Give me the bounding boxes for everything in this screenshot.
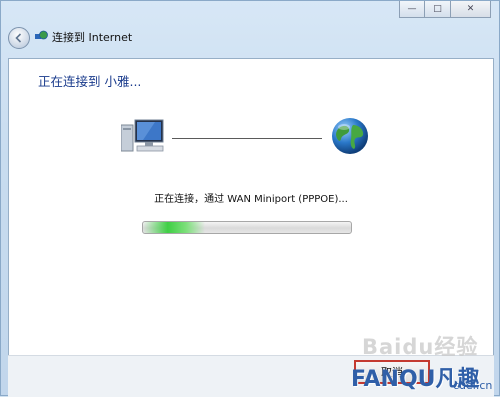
back-button[interactable] bbox=[8, 27, 30, 49]
connecting-heading: 正在连接到 小雅... bbox=[38, 74, 142, 89]
close-button[interactable]: ✕ bbox=[451, 1, 491, 18]
dialog-window: — □ ✕ 连接到 Internet 正在连接到 小雅... 正在连接，通过 W… bbox=[0, 0, 500, 397]
window-title: 连接到 Internet bbox=[52, 31, 133, 44]
globe-icon bbox=[332, 118, 368, 154]
title-bar: — □ ✕ 连接到 Internet bbox=[1, 1, 499, 59]
connection-status-text: 正在连接，通过 WAN Miniport (PPPOE)... bbox=[154, 194, 348, 205]
connection-line bbox=[172, 138, 322, 139]
maximize-button[interactable]: □ bbox=[425, 1, 451, 18]
back-arrow-icon bbox=[15, 33, 22, 43]
window-controls: — □ ✕ bbox=[399, 1, 491, 18]
minimize-button[interactable]: — bbox=[399, 1, 425, 18]
baidu-watermark: Baidu经验 bbox=[362, 335, 479, 359]
computer-icon bbox=[121, 119, 164, 152]
network-icon bbox=[35, 30, 48, 40]
connection-progress-bar bbox=[142, 221, 352, 234]
site-domain-watermark: cuel.cn bbox=[453, 379, 493, 392]
content-panel: 正在连接到 小雅... 正在连接，通过 WAN Miniport (PPPOE)… bbox=[8, 58, 494, 355]
progress-fill bbox=[143, 222, 206, 233]
